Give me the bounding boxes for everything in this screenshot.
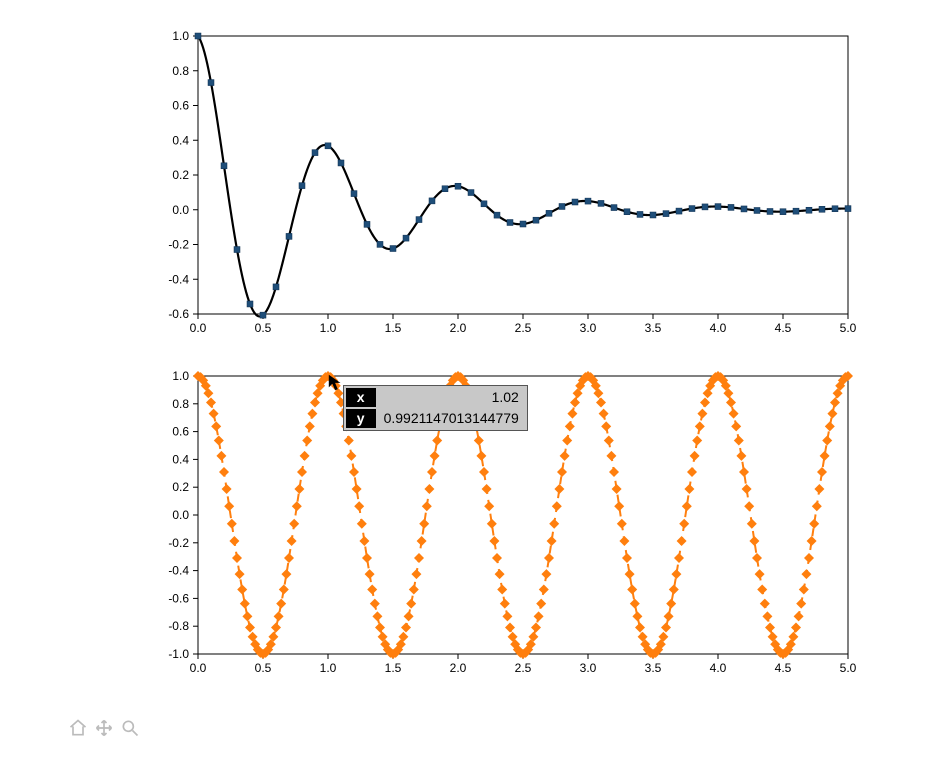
- pan-icon[interactable]: [94, 718, 114, 743]
- tooltip-y-value: 0.9921147013144779: [378, 409, 525, 428]
- svg-text:2.5: 2.5: [515, 661, 532, 675]
- figure-toolbar: [68, 718, 140, 743]
- svg-text:1.5: 1.5: [385, 661, 402, 675]
- home-icon[interactable]: [68, 718, 88, 743]
- top-chart-svg: 0.0 0.5 1.0 1.5 2.0 2.5 3.0 3.5 4.0 4.5 5.0 -0.6 -0.…: [160, 30, 860, 340]
- tooltip-x-label: x: [346, 388, 376, 407]
- svg-text:1.5: 1.5: [385, 321, 402, 335]
- damped-cos-markers: [195, 33, 851, 318]
- bottom-chart[interactable]: 0.0 0.5 1.0 1.5 2.0 2.5 3.0 3.5 4.0 4.5 5.0 -1.0 -0.…: [160, 370, 860, 680]
- svg-text:2.0: 2.0: [450, 661, 467, 675]
- tooltip-x-value: 1.02: [378, 388, 525, 407]
- svg-text:-0.8: -0.8: [168, 619, 189, 633]
- svg-text:0.2: 0.2: [172, 168, 189, 182]
- svg-text:0.8: 0.8: [172, 397, 189, 411]
- svg-text:4.5: 4.5: [775, 321, 792, 335]
- svg-text:-0.6: -0.6: [168, 307, 189, 321]
- hover-tooltip: x 1.02 y 0.9921147013144779: [343, 385, 528, 431]
- svg-text:-1.0: -1.0: [168, 647, 189, 661]
- svg-text:0.8: 0.8: [172, 64, 189, 78]
- svg-text:3.5: 3.5: [645, 661, 662, 675]
- svg-text:2.0: 2.0: [450, 321, 467, 335]
- svg-text:3.5: 3.5: [645, 321, 662, 335]
- svg-text:0.0: 0.0: [172, 508, 189, 522]
- svg-text:0.6: 0.6: [172, 425, 189, 439]
- svg-text:-0.2: -0.2: [168, 238, 189, 252]
- svg-text:4.0: 4.0: [710, 321, 727, 335]
- svg-text:0.0: 0.0: [172, 203, 189, 217]
- svg-text:1.0: 1.0: [320, 661, 337, 675]
- svg-text:3.0: 3.0: [580, 321, 597, 335]
- svg-text:-0.2: -0.2: [168, 536, 189, 550]
- svg-text:0.4: 0.4: [172, 452, 189, 466]
- svg-text:0.0: 0.0: [190, 661, 207, 675]
- svg-text:5.0: 5.0: [840, 321, 857, 335]
- svg-text:0.6: 0.6: [172, 99, 189, 113]
- svg-text:-0.4: -0.4: [168, 564, 189, 578]
- svg-text:0.4: 0.4: [172, 133, 189, 147]
- svg-text:1.0: 1.0: [172, 369, 189, 383]
- svg-text:4.0: 4.0: [710, 661, 727, 675]
- svg-text:4.5: 4.5: [775, 661, 792, 675]
- svg-text:-0.4: -0.4: [168, 272, 189, 286]
- svg-text:1.0: 1.0: [172, 29, 189, 43]
- tooltip-y-label: y: [346, 409, 376, 428]
- damped-cos-line: [198, 36, 848, 316]
- svg-text:5.0: 5.0: [840, 661, 857, 675]
- svg-text:1.0: 1.0: [320, 321, 337, 335]
- svg-text:2.5: 2.5: [515, 321, 532, 335]
- top-chart[interactable]: 0.0 0.5 1.0 1.5 2.0 2.5 3.0 3.5 4.0 4.5 5.0 -0.6 -0.…: [160, 30, 860, 340]
- zoom-icon[interactable]: [120, 718, 140, 743]
- svg-text:0.5: 0.5: [255, 321, 272, 335]
- svg-text:0.0: 0.0: [190, 321, 207, 335]
- svg-text:3.0: 3.0: [580, 661, 597, 675]
- svg-text:-0.6: -0.6: [168, 591, 189, 605]
- svg-text:0.5: 0.5: [255, 661, 272, 675]
- svg-text:0.2: 0.2: [172, 480, 189, 494]
